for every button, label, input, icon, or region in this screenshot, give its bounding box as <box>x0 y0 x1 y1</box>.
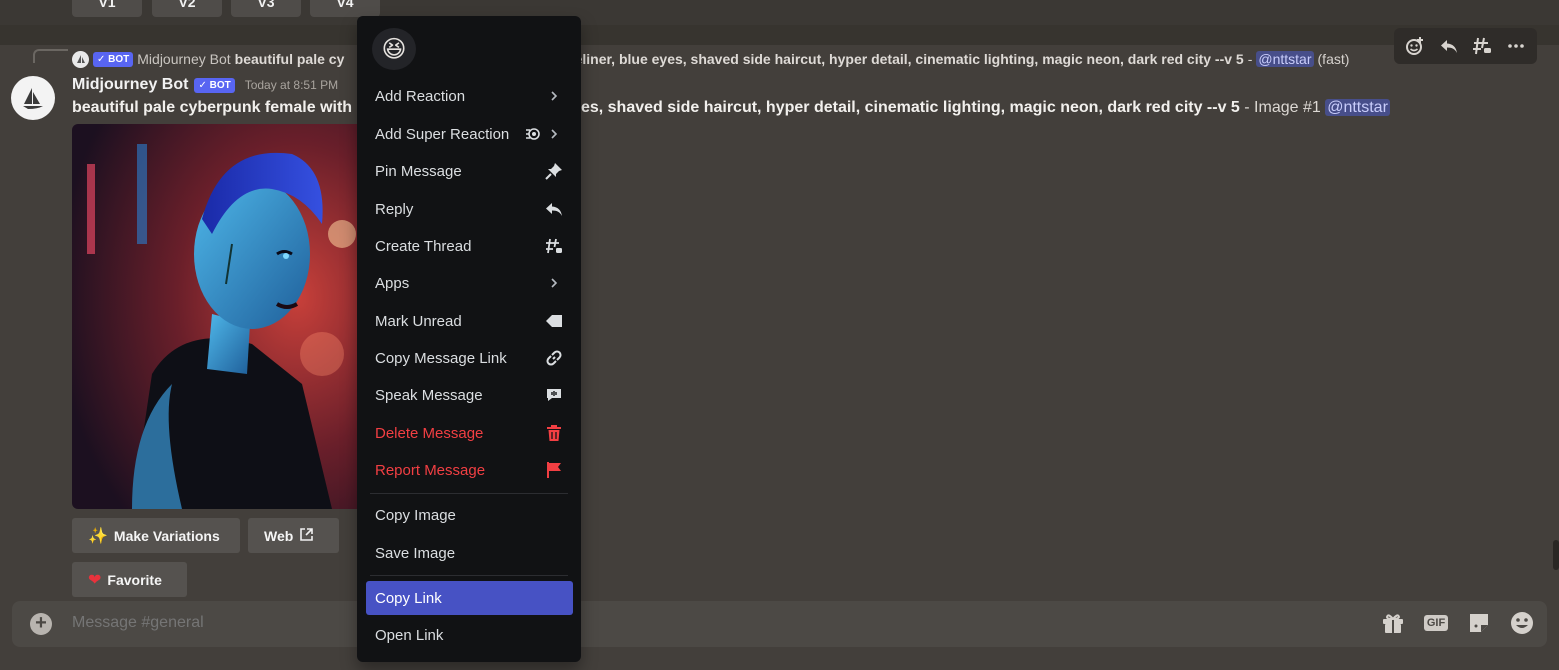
menu-save-image-label: Save Image <box>375 544 456 562</box>
menu-pin-message[interactable]: Pin Message <box>366 154 573 188</box>
make-variations-label: Make Variations <box>113 527 220 544</box>
menu-create-thread-label: Create Thread <box>375 237 472 255</box>
menu-add-super-reaction-label: Add Super Reaction <box>375 125 510 143</box>
flag-icon <box>544 460 564 480</box>
favorite-button[interactable]: ❤ Favorite <box>72 562 187 597</box>
menu-delete-message-label: Delete Message <box>375 424 484 442</box>
thread-icon <box>544 236 564 256</box>
menu-speak-message[interactable]: Speak Message <box>366 378 573 412</box>
reply-avatar <box>72 50 89 68</box>
message-divider <box>0 25 1559 45</box>
chevron-right-icon <box>544 86 564 106</box>
previous-message-area: V1 V2 V3 V4 <box>0 0 1559 25</box>
reply-mention[interactable]: @nttstar <box>1256 51 1314 67</box>
menu-speak-message-label: Speak Message <box>375 386 483 404</box>
menu-separator <box>370 575 568 576</box>
composer-icon-group: GIF <box>1380 610 1535 636</box>
reply-icon[interactable] <box>1436 33 1462 59</box>
favorite-label: Favorite <box>107 571 162 588</box>
avatar[interactable] <box>11 76 55 120</box>
menu-pin-message-label: Pin Message <box>375 162 462 180</box>
discord-chat-view: V1 V2 V3 V4 ✓ BOT Midjourney Bot beautif… <box>0 0 1559 670</box>
reply-author[interactable]: Midjourney Bot <box>137 51 230 67</box>
emoji-icon[interactable] <box>1509 610 1535 636</box>
quick-reaction-emoji[interactable]: 😆 <box>372 28 416 70</box>
reply-spine <box>33 49 68 63</box>
menu-report-message-label: Report Message <box>375 461 486 479</box>
menu-copy-message-link-label: Copy Message Link <box>375 349 507 367</box>
menu-report-message[interactable]: Report Message <box>366 453 573 487</box>
gift-icon[interactable] <box>1380 610 1406 636</box>
username[interactable]: Midjourney Bot <box>72 76 188 94</box>
reply-suffix: (fast) <box>1317 51 1350 67</box>
generated-image[interactable] <box>72 124 372 509</box>
super-reaction-icon <box>524 124 544 144</box>
menu-add-reaction[interactable]: Add Reaction <box>366 79 573 113</box>
reply-reference[interactable]: ✓ BOT Midjourney Bot beautiful pale cy k… <box>72 49 1412 69</box>
v3-button[interactable]: V3 <box>231 0 301 17</box>
mention[interactable]: @nttstar <box>1325 99 1390 116</box>
menu-open-link[interactable]: Open Link <box>366 618 573 652</box>
magic-wand-icon: ✨ <box>88 527 108 545</box>
gif-icon[interactable]: GIF <box>1423 610 1449 636</box>
mark-unread-icon <box>544 311 564 331</box>
timestamp: Today at 8:51 PM <box>244 78 339 92</box>
menu-reply[interactable]: Reply <box>366 192 573 226</box>
menu-open-link-label: Open Link <box>375 626 444 644</box>
menu-copy-message-link[interactable]: Copy Message Link <box>366 341 573 375</box>
menu-copy-image-label: Copy Image <box>375 506 456 524</box>
reply-icon <box>544 199 564 219</box>
web-label: Web <box>264 527 294 544</box>
reply-bot-tag: ✓ BOT <box>93 51 134 67</box>
menu-mark-unread[interactable]: Mark Unread <box>366 304 573 338</box>
scrollbar-thumb[interactable] <box>1553 540 1559 570</box>
menu-add-super-reaction[interactable]: Add Super Reaction <box>366 117 573 151</box>
message-header: Midjourney Bot ✓ BOT Today at 8:51 PM <box>72 76 338 94</box>
web-button[interactable]: Web <box>248 518 339 553</box>
bot-tag: ✓ BOT <box>194 77 235 93</box>
menu-copy-link[interactable]: Copy Link <box>366 581 573 615</box>
sticker-icon[interactable] <box>1466 610 1492 636</box>
v4-button[interactable]: V4 <box>310 0 380 17</box>
create-thread-icon[interactable] <box>1469 33 1495 59</box>
midjourney-boat-icon <box>23 88 43 109</box>
message-content: beautiful pale cyberpunk female with yes,… <box>72 99 1432 121</box>
prompt-text-end: yes, shaved side haircut, hyper detail, … <box>572 99 1240 116</box>
menu-apps[interactable]: Apps <box>366 266 573 300</box>
image-number: - Image #1 <box>1239 99 1326 116</box>
v1-button[interactable]: V1 <box>72 0 142 17</box>
menu-mark-unread-label: Mark Unread <box>375 312 462 330</box>
reply-text: beautiful pale cy <box>234 51 345 67</box>
attach-plus-button[interactable]: + <box>30 613 52 635</box>
message-context-menu: 😆 Add Reaction Add Super Reaction Pin Me… <box>357 16 581 662</box>
external-link-icon <box>299 527 314 545</box>
menu-separator <box>370 493 568 494</box>
menu-delete-message[interactable]: Delete Message <box>366 416 573 450</box>
prompt-text-start: beautiful pale cyberpunk female with <box>72 99 353 116</box>
menu-add-reaction-label: Add Reaction <box>375 87 466 105</box>
speak-icon <box>544 385 564 405</box>
make-variations-button[interactable]: ✨ Make Variations <box>72 518 240 553</box>
chevron-right-icon <box>544 124 564 144</box>
more-icon[interactable] <box>1503 33 1529 59</box>
chevron-right-icon <box>544 273 564 293</box>
heart-icon: ❤ <box>88 571 102 589</box>
link-icon <box>544 348 564 368</box>
trash-icon <box>544 423 564 443</box>
v2-button[interactable]: V2 <box>152 0 222 17</box>
menu-create-thread[interactable]: Create Thread <box>366 229 573 263</box>
reply-dash: - <box>1247 51 1253 67</box>
message-hover-toolbar <box>1394 28 1537 64</box>
menu-save-image[interactable]: Save Image <box>366 536 573 570</box>
menu-copy-link-label: Copy Link <box>375 589 442 607</box>
menu-apps-label: Apps <box>375 274 410 292</box>
message-composer: + GIF <box>12 601 1547 647</box>
pin-icon <box>544 161 564 181</box>
reply-text-tail: k eyeliner, blue eyes, shaved side hairc… <box>547 51 1244 67</box>
menu-copy-image[interactable]: Copy Image <box>366 498 573 532</box>
menu-reply-label: Reply <box>375 200 414 218</box>
gif-label: GIF <box>1423 615 1449 631</box>
